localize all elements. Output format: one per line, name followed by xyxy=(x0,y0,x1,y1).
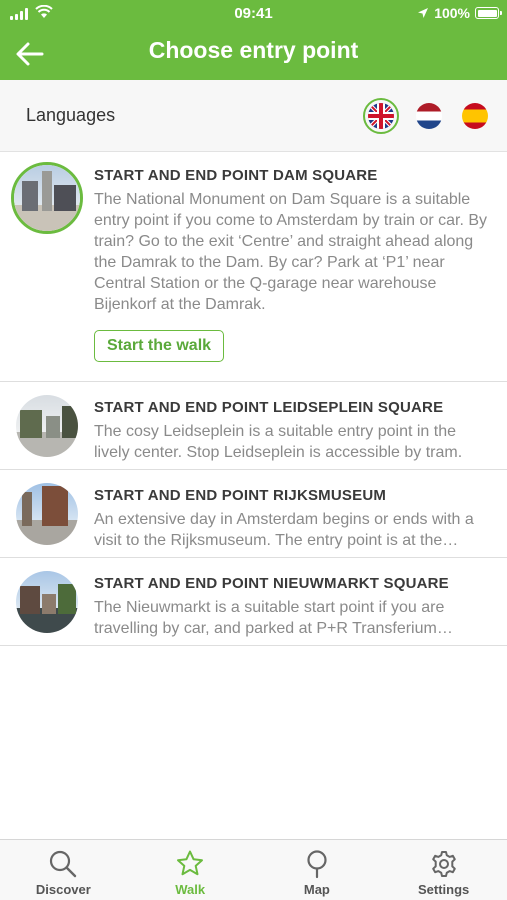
tab-map[interactable]: Map xyxy=(254,840,381,900)
entry-point-dam-square[interactable]: START AND END POINT DAM SQUARE The Natio… xyxy=(0,152,507,382)
entry-content: START AND END POINT DAM SQUARE The Natio… xyxy=(94,166,493,315)
entry-title: START AND END POINT DAM SQUARE xyxy=(94,167,378,184)
entry-point-list: START AND END POINT DAM SQUARE The Natio… xyxy=(0,152,507,646)
flag-nl-icon xyxy=(416,103,442,129)
entry-title: START AND END POINT RIJKSMUSEUM xyxy=(94,487,387,504)
search-icon xyxy=(50,850,77,878)
status-right: 100% xyxy=(417,5,502,21)
battery-icon xyxy=(475,7,502,19)
tab-label: Discover xyxy=(35,882,91,897)
map-pin-icon xyxy=(307,850,327,879)
star-icon xyxy=(177,850,204,876)
language-option-spanish[interactable] xyxy=(457,98,493,134)
tab-bar: Discover Walk Map Settings xyxy=(0,839,507,900)
location-arrow-icon xyxy=(418,8,429,18)
entry-description: An extensive day in Amsterdam begins or … xyxy=(94,511,474,549)
entry-point-leidseplein[interactable]: START AND END POINT LEIDSEPLEIN SQUARE T… xyxy=(0,382,507,470)
language-option-dutch[interactable] xyxy=(411,98,447,134)
entry-title: START AND END POINT LEIDSEPLEIN SQUARE xyxy=(94,399,444,416)
entry-thumbnail xyxy=(16,571,78,633)
entry-content: START AND END POINT NIEUWMARKT SQUARE Th… xyxy=(94,574,493,639)
tab-label: Settings xyxy=(417,882,470,897)
entry-description: The National Monument on Dam Square is a… xyxy=(94,191,488,313)
tab-label: Map xyxy=(303,882,330,897)
tab-label: Walk xyxy=(175,882,206,897)
gear-icon xyxy=(431,851,456,877)
flag-uk-icon xyxy=(368,103,394,129)
app-screen: 09:41 100% Choose entry point Languages xyxy=(0,0,507,900)
entry-description: The cosy Leidseplein is a suitable entry… xyxy=(94,423,463,461)
entry-description: The Nieuwmarkt is a suitable start point… xyxy=(94,599,445,637)
tab-settings[interactable]: Settings xyxy=(380,840,507,900)
status-bar: 09:41 100% xyxy=(0,0,507,28)
tab-walk[interactable]: Walk xyxy=(127,840,254,900)
flag-es-icon xyxy=(462,103,488,129)
page-title: Choose entry point xyxy=(148,37,359,63)
entry-point-nieuwmarkt[interactable]: START AND END POINT NIEUWMARKT SQUARE Th… xyxy=(0,558,507,646)
app-header: 09:41 100% Choose entry point xyxy=(0,0,507,80)
entry-content: START AND END POINT LEIDSEPLEIN SQUARE T… xyxy=(94,398,493,463)
battery-percent: 100% xyxy=(434,5,470,21)
entry-thumbnail xyxy=(16,395,78,457)
entry-point-rijksmuseum[interactable]: START AND END POINT RIJKSMUSEUM An exten… xyxy=(0,470,507,558)
entry-content: START AND END POINT RIJKSMUSEUM An exten… xyxy=(94,486,493,551)
tab-discover[interactable]: Discover xyxy=(0,840,127,900)
entry-thumbnail xyxy=(11,162,83,234)
language-option-english[interactable] xyxy=(363,98,399,134)
entry-thumbnail xyxy=(16,483,78,545)
nav-bar: Choose entry point xyxy=(0,28,507,80)
entry-title: START AND END POINT NIEUWMARKT SQUARE xyxy=(94,575,449,592)
start-walk-button[interactable]: Start the walk xyxy=(94,330,225,362)
languages-bar: Languages xyxy=(0,80,507,152)
languages-label: Languages xyxy=(26,105,116,125)
